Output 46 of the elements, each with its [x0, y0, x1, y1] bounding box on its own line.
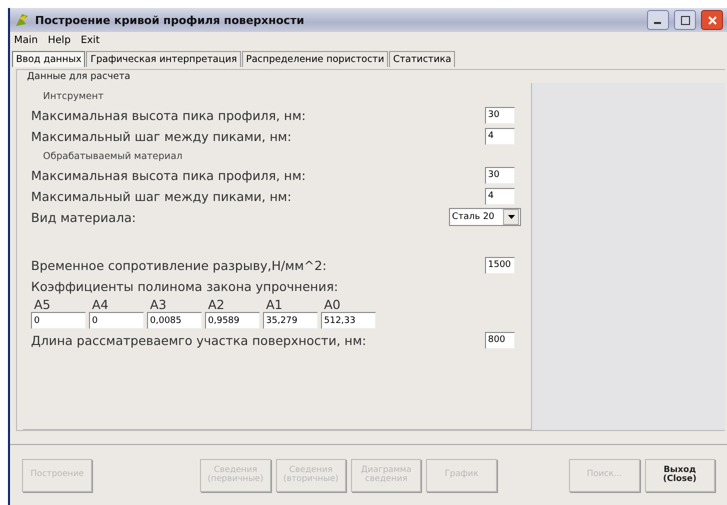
field-label: Максимальный шаг между пиками, нм:: [31, 128, 292, 144]
coefficient-field[interactable]: 35,279: [263, 312, 318, 329]
field-label: Временное сопротивление разрыву,Н/мм^2:: [31, 258, 327, 272]
section-heading: Интсрумент: [42, 90, 104, 104]
field-label: Максимальная высота пика профиля, нм:: [31, 108, 306, 122]
window-title: Построение кривой профиля поверхности: [35, 14, 306, 26]
coefficient-label: A2: [207, 297, 226, 312]
section-heading: Обрабатываемый материал: [42, 150, 184, 164]
input-field[interactable]: 30: [485, 106, 515, 124]
coefficient-label: A5: [33, 297, 52, 312]
coefficient-label: A0: [323, 297, 342, 312]
menu-item[interactable]: Main: [14, 35, 38, 46]
group-legend: Данные для расчета: [17, 70, 725, 83]
tab[interactable]: Распределение пористости: [242, 51, 388, 67]
coefficient-field[interactable]: 0,0085: [147, 312, 202, 329]
action-button[interactable]: Выход (Close): [644, 458, 715, 492]
tab[interactable]: Графическая интерпретация: [86, 51, 241, 67]
input-field[interactable]: 30: [485, 166, 515, 184]
coefficient-field[interactable]: 0: [31, 312, 86, 329]
close-button[interactable]: [701, 10, 723, 30]
input-field[interactable]: 1500: [485, 256, 515, 274]
coefficient-field[interactable]: 0,9589: [205, 312, 260, 329]
coefficient-label: A1: [265, 297, 284, 312]
maximize-icon: [680, 16, 690, 24]
field-label: Длина рассматреваемго участка поверхности, нм:: [31, 332, 366, 348]
tab[interactable]: Ввод данных: [12, 51, 86, 67]
maximize-button[interactable]: [674, 10, 696, 30]
input-field[interactable]: 4: [485, 128, 515, 144]
coefficient-field[interactable]: 0: [89, 312, 144, 329]
input-field[interactable]: 800: [485, 332, 515, 348]
coefficient-label: A4: [91, 297, 110, 312]
coefficient-field[interactable]: 512,33: [321, 312, 376, 329]
tab[interactable]: Статистика: [389, 51, 456, 67]
app-icon: [14, 12, 30, 28]
field-label: Максимальная высота пика профиля, нм:: [31, 168, 306, 182]
coefficient-label: A3: [149, 297, 168, 312]
menu-item[interactable]: Help: [48, 35, 71, 46]
material-dropdown[interactable]: Сталь 20: [449, 208, 521, 226]
field-label: Максимальный шаг между пиками, нм:: [31, 188, 292, 204]
field-label: Коэффициенты полинома закона упрочнения:: [31, 278, 338, 294]
close-icon: [708, 16, 716, 24]
menu-item[interactable]: Exit: [80, 35, 100, 46]
minimize-button[interactable]: [647, 10, 669, 30]
input-field[interactable]: 4: [485, 188, 515, 204]
caret-icon: [508, 215, 514, 219]
field-label: Вид материала:: [31, 210, 136, 224]
